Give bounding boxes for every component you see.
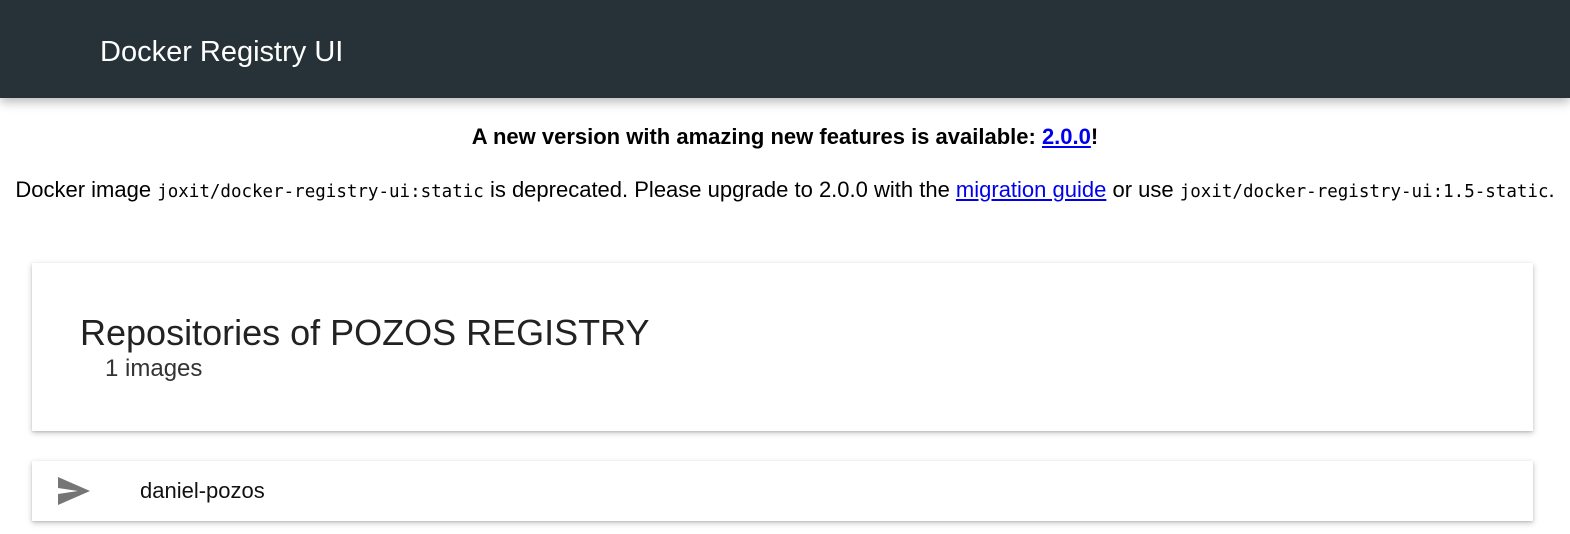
deprecated-end-text: . [1548,177,1555,202]
deprecated-middle-text: is deprecated. Please upgrade to 2.0.0 w… [483,177,956,202]
repositories-title: Repositories of POZOS REGISTRY [80,312,650,353]
repositories-header-card: Repositories of POZOS REGISTRY 1 images [32,263,1533,431]
repository-row[interactable]: daniel-pozos [32,461,1533,521]
deprecation-notice: Docker image joxit/docker-registry-ui:st… [0,175,1570,207]
new-version-link[interactable]: 2.0.0 [1042,124,1091,149]
deprecated-or-text: or use [1106,177,1180,202]
send-icon [58,477,90,505]
image-count: 1 images [105,355,203,382]
new-version-text: A new version with amazing new features … [471,124,1042,149]
migration-guide-link[interactable]: migration guide [956,177,1106,202]
deprecated-prefix: Docker image [15,177,158,202]
repository-name: daniel-pozos [140,478,265,503]
new-version-suffix: ! [1090,124,1099,149]
app-title: Docker Registry UI [100,36,344,68]
alternative-image-name: joxit/docker-registry-ui:1.5-static [1179,182,1549,202]
deprecated-image-name: joxit/docker-registry-ui:static [157,182,484,202]
app-bar: Docker Registry UI [0,0,1570,98]
new-version-notice: A new version with amazing new features … [0,122,1570,152]
